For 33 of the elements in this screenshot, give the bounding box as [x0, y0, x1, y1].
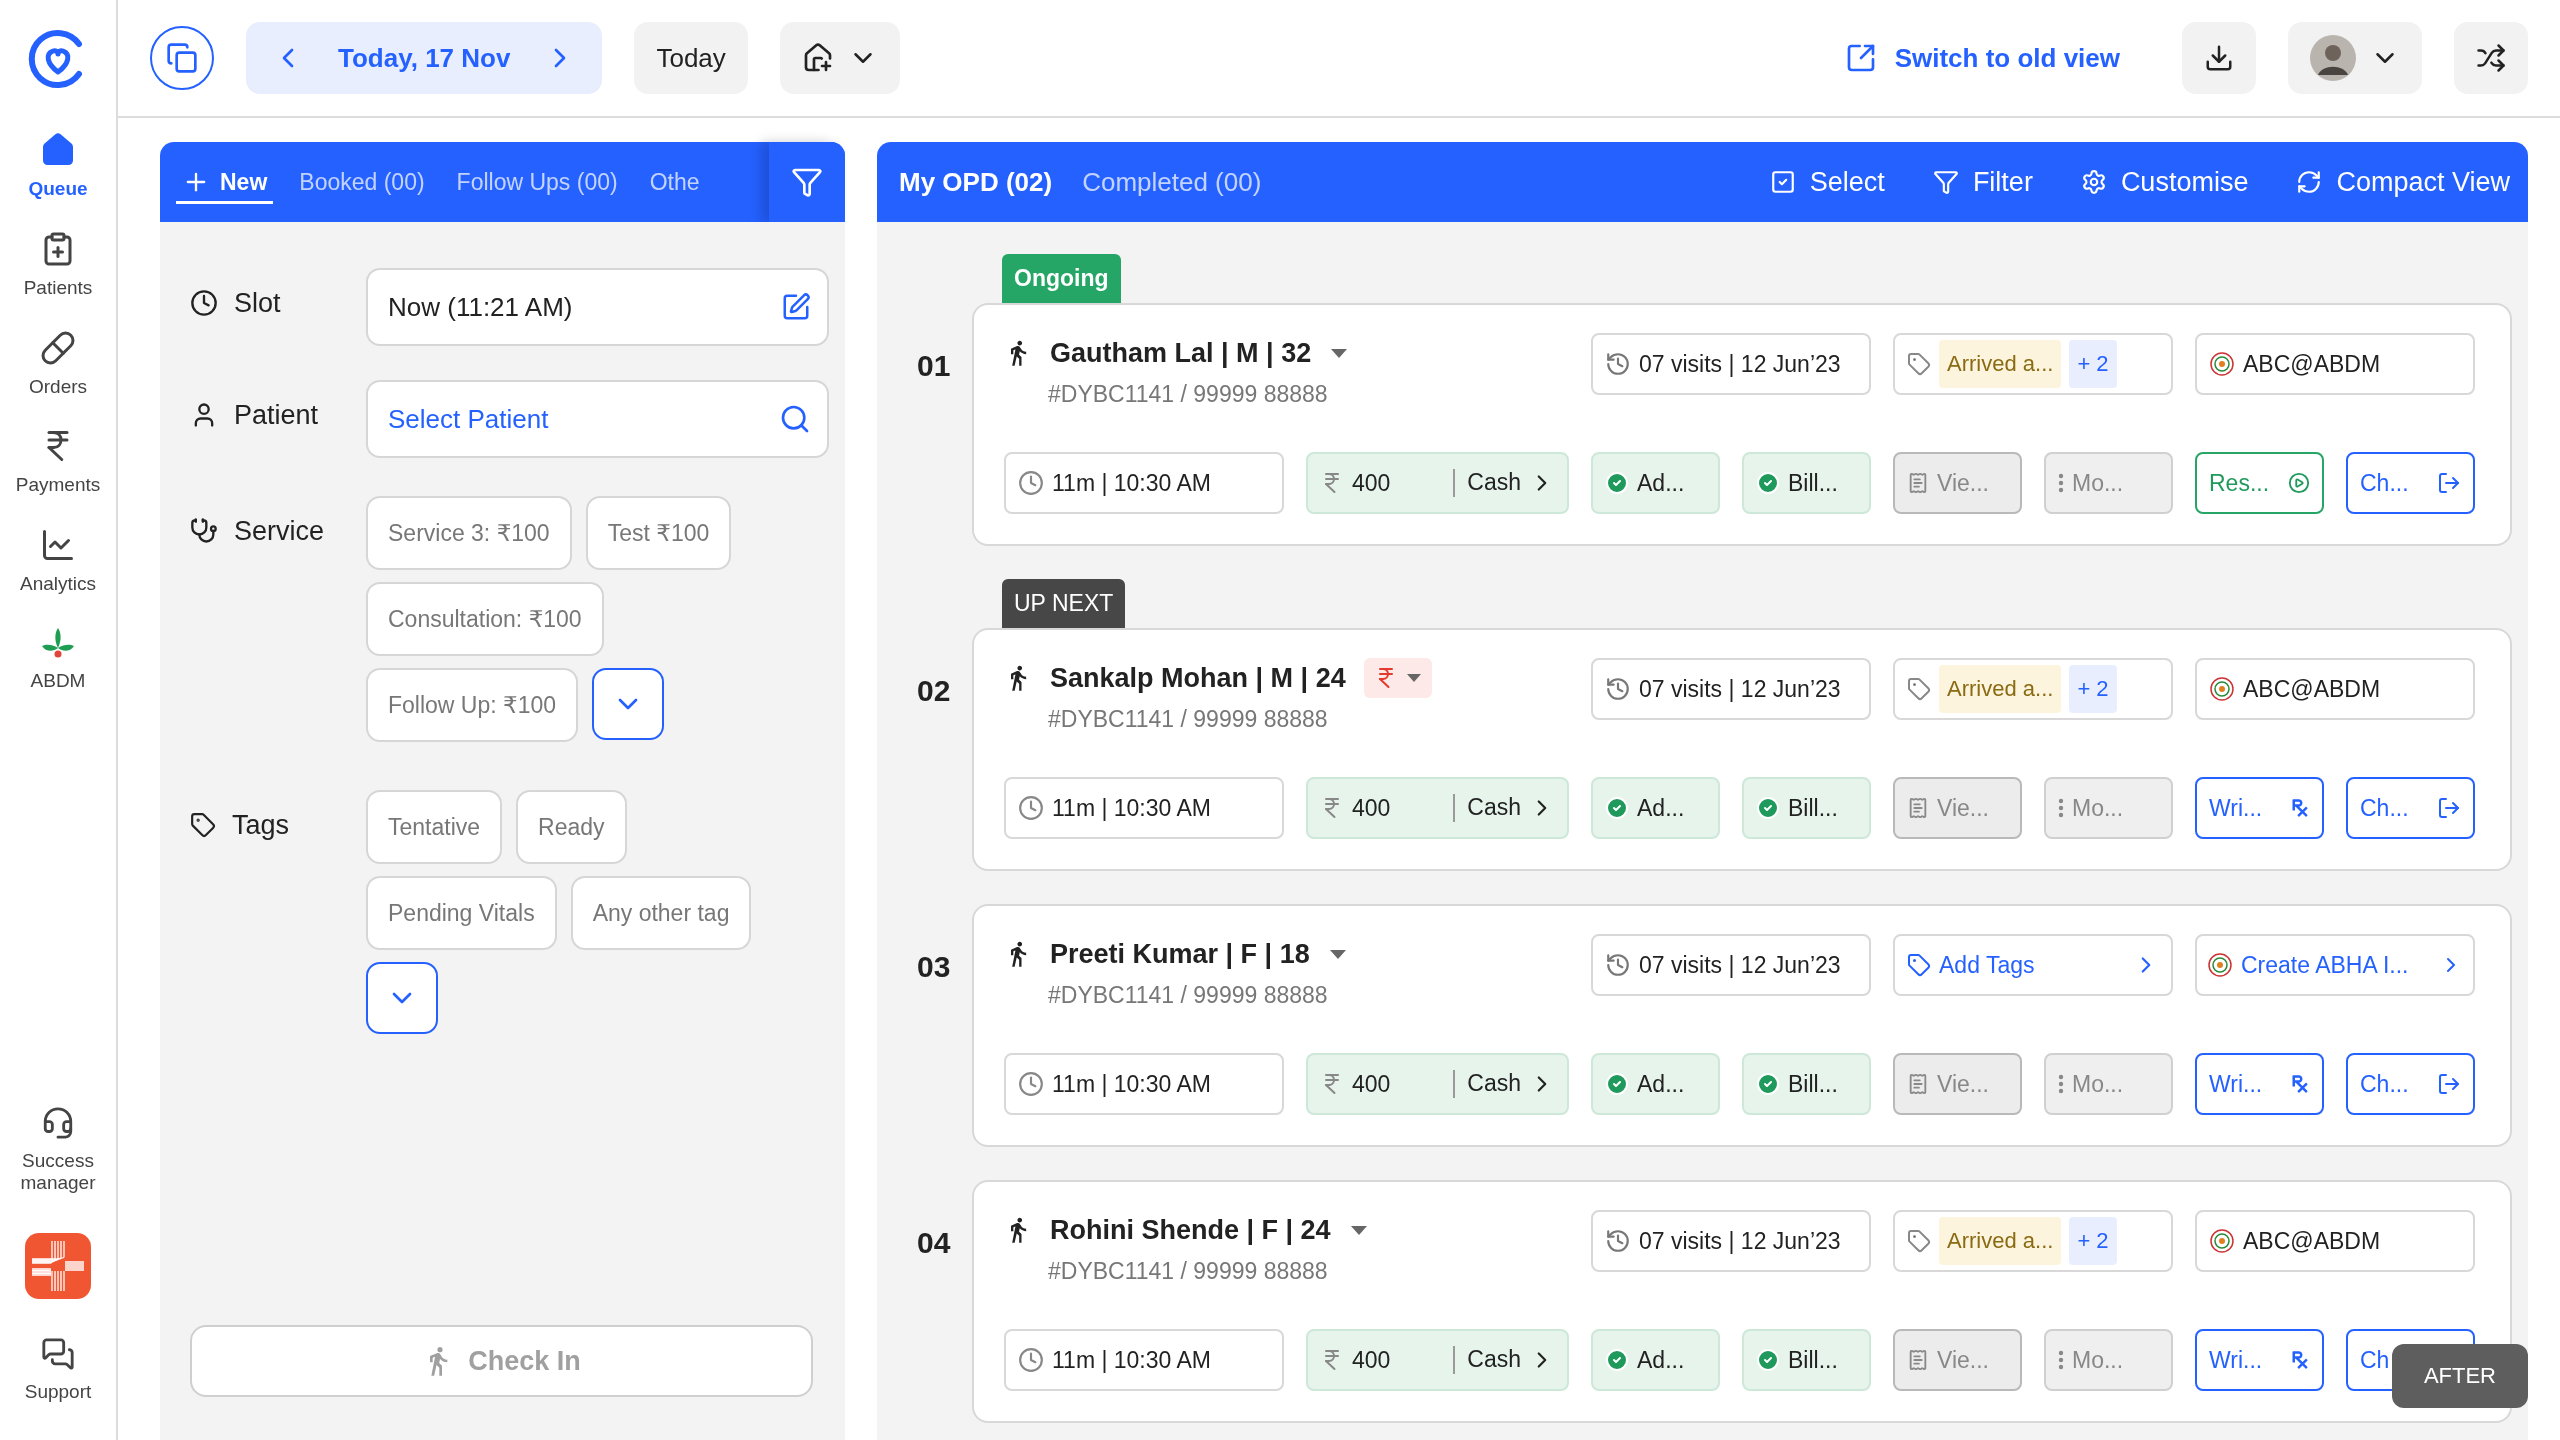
patient-id: #DYBC1141 / 99999 88888: [1047, 381, 1329, 408]
field-label: Patient: [234, 399, 319, 431]
patient-name: Rohini Shende | F | 24: [1050, 1214, 1331, 1246]
tag-label: Arrived a...: [1939, 340, 2062, 388]
patient-id: #DYBC1141 / 99999 88888: [1047, 982, 1329, 1009]
queue-number: 04: [917, 1226, 952, 1260]
time-field: 11m | 10:30 AM: [1004, 1053, 1284, 1115]
health-id-field: ABC@ABDM: [2195, 1210, 2475, 1272]
health-id-field: ABC@ABDM: [2195, 658, 2475, 720]
field-label: Tags: [232, 809, 290, 841]
time-field: 11m | 10:30 AM: [1004, 777, 1284, 839]
time-field: 11m | 10:30 AM: [1004, 1329, 1284, 1391]
more-tags-count: + 2: [2069, 1217, 2117, 1265]
tag-label: Arrived a...: [1939, 1217, 2062, 1265]
date-label: Today, 17 Nov: [338, 42, 511, 74]
patient-name: Sankalp Mohan | M | 24: [1050, 662, 1346, 694]
more-tags-count: + 2: [2069, 665, 2117, 713]
time-field: 11m | 10:30 AM: [1004, 452, 1284, 514]
queue-number: 02: [917, 674, 952, 708]
field-label: Slot: [234, 287, 281, 319]
status-badge: UP NEXT: [1002, 579, 1126, 628]
status-badge: Ongoing: [1002, 254, 1121, 303]
tooltip: AFTER: [2391, 1344, 2528, 1408]
tag-label: Arrived a...: [1939, 665, 2062, 713]
more-tags-count: + 2: [2069, 340, 2117, 388]
patient-id: #DYBC1141 / 99999 88888: [1047, 706, 1329, 733]
patient-name: Preeti Kumar | F | 18: [1050, 938, 1310, 970]
queue-number: 03: [917, 950, 952, 984]
patient-name: Gautham Lal | M | 32: [1050, 337, 1312, 369]
patient-id: #DYBC1141 / 99999 88888: [1047, 1258, 1329, 1285]
queue-number: 01: [917, 349, 952, 383]
field-label: Service: [234, 515, 325, 547]
health-id-field: ABC@ABDM: [2195, 333, 2475, 395]
